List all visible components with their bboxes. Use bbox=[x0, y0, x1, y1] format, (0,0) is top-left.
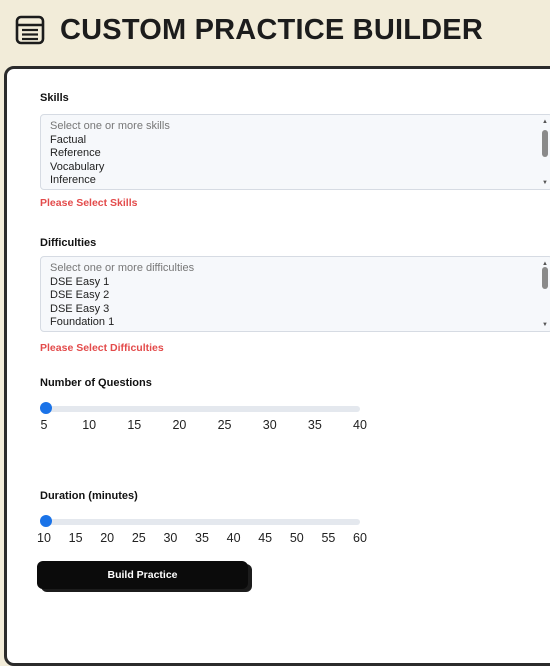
slider-tick-label: 10 bbox=[37, 531, 51, 545]
skills-option[interactable]: Factual bbox=[50, 134, 542, 148]
difficulties-option[interactable]: Foundation 1 bbox=[50, 316, 542, 330]
difficulties-error: Please Select Difficulties bbox=[40, 342, 164, 354]
slider-track[interactable] bbox=[40, 406, 360, 412]
slider-tick-label: 30 bbox=[163, 531, 178, 545]
slider-tick-label: 10 bbox=[82, 418, 97, 432]
scroll-up-icon[interactable]: ▲ bbox=[542, 119, 548, 125]
skills-option[interactable]: Inference bbox=[50, 174, 542, 188]
slider-tick-labels: 5 10 15 20 25 30 35 40 bbox=[40, 418, 367, 434]
slider-handle[interactable] bbox=[40, 402, 52, 414]
page-header: CUSTOM PRACTICE BUILDER bbox=[14, 10, 483, 50]
slider-track[interactable] bbox=[40, 519, 360, 525]
questions-label: Number of Questions bbox=[40, 377, 152, 389]
skills-label: Skills bbox=[40, 92, 69, 104]
slider-tick-label: 35 bbox=[195, 531, 209, 545]
skills-error: Please Select Skills bbox=[40, 197, 138, 209]
slider-tick-label: 5 bbox=[40, 418, 48, 432]
slider-tick-label: 15 bbox=[68, 531, 83, 545]
difficulties-option[interactable]: DSE Easy 2 bbox=[50, 289, 542, 303]
slider-tick-label: 15 bbox=[127, 418, 142, 432]
slider-tick-label: 40 bbox=[353, 418, 367, 432]
slider-handle[interactable] bbox=[40, 515, 52, 527]
slider-tick-label: 35 bbox=[307, 418, 322, 432]
builder-form: Skills Select one or more skills Factual… bbox=[4, 66, 550, 666]
build-practice-button[interactable]: Build Practice bbox=[37, 561, 248, 589]
slider-tick-label: 30 bbox=[262, 418, 277, 432]
duration-slider[interactable]: 10 15 20 25 30 35 40 45 50 55 60 bbox=[37, 515, 367, 555]
scroll-thumb[interactable] bbox=[542, 130, 548, 157]
slider-tick-label: 25 bbox=[217, 418, 232, 432]
difficulties-label: Difficulties bbox=[40, 237, 97, 249]
skills-select[interactable]: Select one or more skills Factual Refere… bbox=[40, 114, 550, 190]
scroll-down-icon[interactable]: ▼ bbox=[542, 322, 548, 328]
slider-tick-label: 25 bbox=[131, 531, 146, 545]
notebook-icon bbox=[15, 15, 45, 45]
slider-tick-label: 20 bbox=[172, 418, 187, 432]
questions-slider[interactable]: 5 10 15 20 25 30 35 40 bbox=[40, 402, 367, 442]
slider-tick-label: 50 bbox=[289, 531, 304, 545]
slider-tick-labels: 10 15 20 25 30 35 40 45 50 55 60 bbox=[37, 531, 367, 547]
slider-tick-label: 60 bbox=[353, 531, 367, 545]
slider-tick-label: 45 bbox=[258, 531, 273, 545]
slider-tick-label: 55 bbox=[321, 531, 336, 545]
scroll-thumb[interactable] bbox=[542, 267, 548, 289]
slider-tick-label: 20 bbox=[100, 531, 115, 545]
difficulties-option[interactable]: DSE Easy 3 bbox=[50, 303, 542, 317]
skills-option[interactable]: Vocabulary bbox=[50, 161, 542, 175]
skills-scrollbar[interactable]: ▲ ▼ bbox=[541, 117, 549, 187]
difficulties-placeholder: Select one or more difficulties bbox=[50, 262, 195, 274]
skills-placeholder: Select one or more skills bbox=[50, 120, 170, 132]
difficulties-scrollbar[interactable]: ▲ ▼ bbox=[541, 259, 549, 329]
difficulties-select[interactable]: Select one or more difficulties DSE Easy… bbox=[40, 256, 550, 332]
page-title: CUSTOM PRACTICE BUILDER bbox=[60, 13, 483, 46]
difficulties-option[interactable]: DSE Easy 1 bbox=[50, 276, 542, 290]
scroll-down-icon[interactable]: ▼ bbox=[542, 180, 548, 186]
duration-label: Duration (minutes) bbox=[40, 490, 138, 502]
skills-option[interactable]: Reference bbox=[50, 147, 542, 161]
slider-tick-label: 40 bbox=[226, 531, 241, 545]
